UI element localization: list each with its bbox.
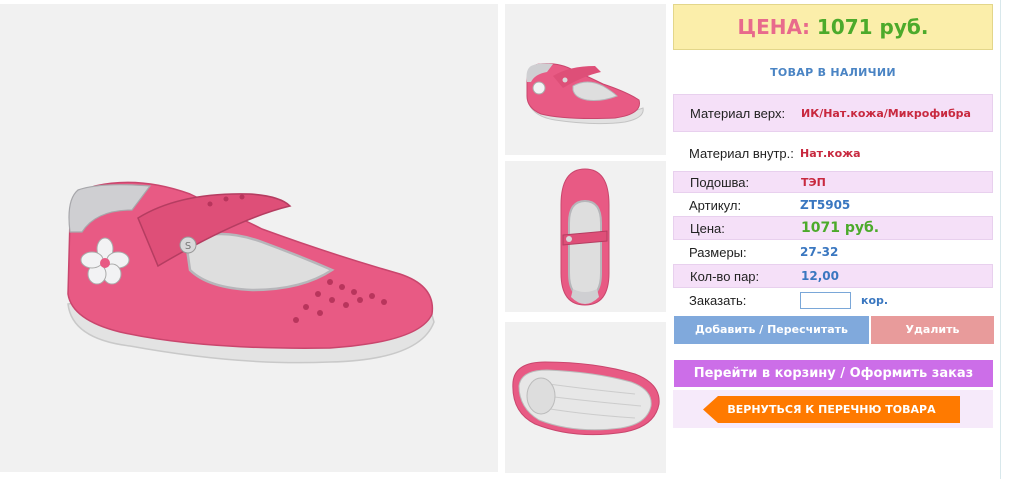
shoe-side-thumbnail-image [505, 4, 666, 155]
spec-value: ИК/Нат.кожа/Микрофибра [801, 106, 971, 120]
thumbnail-top[interactable] [505, 161, 666, 312]
spec-value: 12,00 [801, 269, 839, 283]
shoe-sole-thumbnail-image [505, 322, 666, 473]
order-unit: кор. [861, 293, 889, 307]
add-recalculate-button[interactable]: Добавить / Пересчитать [674, 316, 869, 344]
spec-row-sole: Подошва: ТЭП [673, 171, 993, 193]
go-to-cart-button[interactable]: Перейти в корзину / Оформить заказ [674, 360, 993, 387]
stock-status: ТОВАР В НАЛИЧИИ [770, 66, 896, 79]
spec-value: ТЭП [801, 175, 826, 189]
spec-label: Материал внутр.: [689, 145, 794, 161]
spec-row-pairs: Кол-во пар: 12,00 [673, 264, 993, 288]
spec-label: Материал верх: [690, 105, 786, 121]
spec-label: Цена: [690, 220, 725, 236]
order-row: Заказать: кор. [673, 288, 993, 312]
thumbnail-sole[interactable] [505, 322, 666, 473]
order-label: Заказать: [689, 292, 747, 308]
spec-row-inner-material: Материал внутр.: Нат.кожа [673, 141, 993, 165]
spec-label: Кол-во пар: [690, 268, 760, 284]
spec-row-price: Цена: 1071 руб. [673, 216, 993, 240]
shoe-side-view-image: S [0, 4, 498, 472]
thumbnail-side[interactable] [505, 4, 666, 155]
order-quantity-input[interactable] [800, 291, 851, 309]
page-edge-divider [1000, 0, 1001, 479]
spec-value: 1071 руб. [801, 220, 880, 236]
spec-label: Подошва: [690, 174, 750, 190]
spec-value: Нат.кожа [800, 146, 861, 160]
spec-label: Артикул: [689, 197, 742, 213]
price-header: ЦЕНА: 1071 руб. [673, 4, 993, 50]
spec-row-upper-material: Материал верх: ИК/Нат.кожа/Микрофибра [673, 94, 993, 132]
back-to-list-button[interactable]: ВЕРНУТЬСЯ К ПЕРЕЧНЮ ТОВАРА [703, 396, 960, 423]
spec-value: 27-32 [800, 245, 839, 259]
spec-row-article: Артикул: ZT5905 [673, 194, 993, 216]
svg-text:S: S [185, 241, 191, 252]
price-value: 1071 руб. [816, 15, 929, 39]
spec-value: ZT5905 [800, 198, 851, 212]
price-label: ЦЕНА: [737, 15, 810, 39]
delete-button[interactable]: Удалить [871, 316, 994, 344]
back-to-list-label: ВЕРНУТЬСЯ К ПЕРЕЧНЮ ТОВАРА [727, 403, 936, 416]
main-product-image[interactable]: S [0, 4, 498, 472]
spec-row-sizes: Размеры: 27-32 [673, 240, 993, 264]
spec-label: Размеры: [689, 244, 747, 260]
shoe-top-thumbnail-image [505, 161, 666, 312]
